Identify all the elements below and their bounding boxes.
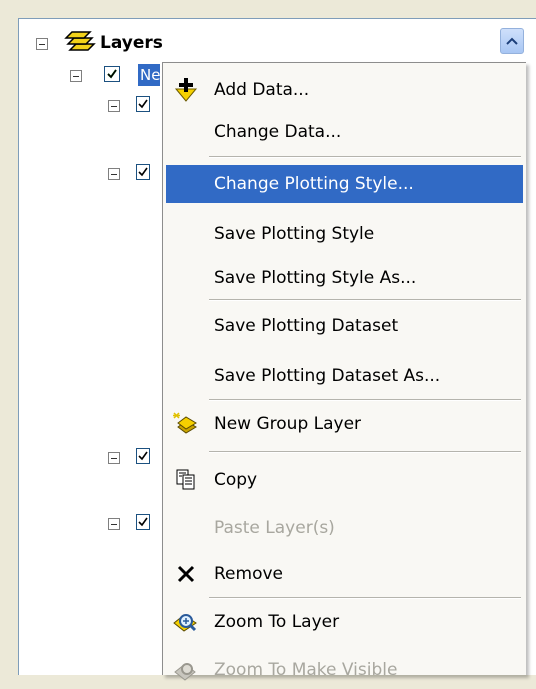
- sublayer-1-checkbox[interactable]: [136, 96, 150, 112]
- collapse-toggle-sublayer-1[interactable]: [108, 100, 120, 112]
- menu-item-add-data[interactable]: Add Data...: [166, 71, 523, 109]
- menu-item-copy[interactable]: Copy: [166, 461, 523, 499]
- collapse-toggle-sublayer-2[interactable]: [108, 168, 120, 180]
- menu-item-remove[interactable]: Remove: [166, 555, 523, 593]
- layer-visibility-checkbox[interactable]: [104, 66, 120, 82]
- checkmark-icon: [138, 167, 148, 177]
- layers-root-label[interactable]: Layers: [100, 33, 163, 53]
- collapse-toggle-sublayer-3[interactable]: [108, 452, 120, 464]
- checkmark-icon: [138, 99, 148, 109]
- zoom-to-make-visible-icon: [166, 651, 206, 689]
- menu-separator: [209, 399, 521, 401]
- menu-item-save-plotting-dataset[interactable]: Save Plotting Dataset: [166, 307, 523, 345]
- collapse-toggle-sublayer-4[interactable]: [108, 518, 120, 530]
- layers-icon: [62, 30, 96, 60]
- menu-separator: [209, 156, 521, 158]
- sublayer-3-checkbox[interactable]: [136, 448, 150, 464]
- menu-separator: [209, 451, 521, 453]
- checkmark-icon: [138, 451, 148, 461]
- copy-icon: [166, 461, 206, 499]
- remove-icon: [166, 555, 206, 593]
- scroll-up-button[interactable]: [500, 28, 524, 54]
- menu-item-zoom-to-make-visible[interactable]: Zoom To Make Visible: [166, 651, 523, 689]
- menu-item-change-data[interactable]: Change Data...: [166, 113, 523, 151]
- chevron-up-icon: [506, 37, 518, 45]
- new-group-layer-icon: [166, 405, 206, 443]
- menu-item-save-plotting-style-as[interactable]: Save Plotting Style As...: [166, 259, 523, 297]
- checkmark-icon: [138, 517, 148, 527]
- menu-item-paste-layers[interactable]: Paste Layer(s): [166, 509, 523, 547]
- sublayer-4-checkbox[interactable]: [136, 514, 150, 530]
- menu-item-new-group-layer[interactable]: New Group Layer: [166, 405, 523, 443]
- menu-item-save-plotting-style[interactable]: Save Plotting Style: [166, 215, 523, 253]
- menu-item-save-plotting-dataset-as[interactable]: Save Plotting Dataset As...: [166, 357, 523, 395]
- layer-context-menu: Add Data... Change Data... Change Plotti…: [162, 62, 526, 681]
- menu-separator: [209, 299, 521, 301]
- sublayer-2-checkbox[interactable]: [136, 164, 150, 180]
- zoom-to-layer-icon: [166, 603, 206, 641]
- collapse-toggle-layers[interactable]: [36, 38, 48, 50]
- collapse-toggle-layer[interactable]: [70, 70, 82, 82]
- menu-item-zoom-to-layer[interactable]: Zoom To Layer: [166, 603, 523, 641]
- selected-layer-name[interactable]: Ne: [138, 64, 160, 86]
- add-data-icon: [166, 71, 206, 109]
- toolbar-strip: [0, 0, 536, 12]
- menu-separator: [209, 597, 521, 599]
- checkmark-icon: [107, 69, 117, 79]
- menu-item-change-plotting-style[interactable]: Change Plotting Style...: [166, 165, 523, 203]
